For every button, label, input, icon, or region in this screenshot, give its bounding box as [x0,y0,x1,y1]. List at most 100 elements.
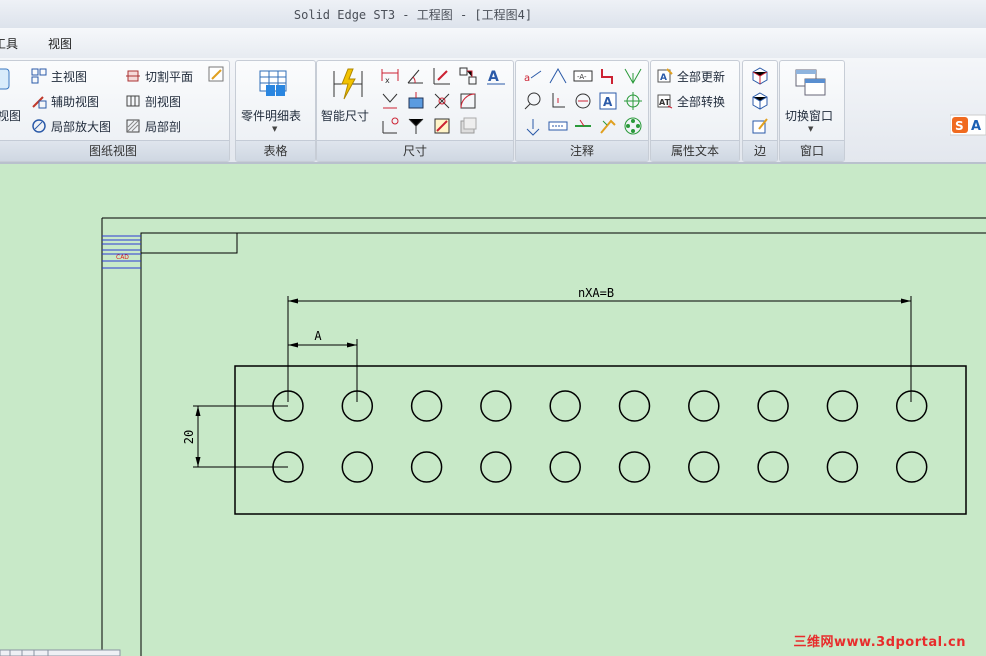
connector-icon[interactable] [597,65,619,87]
view-icon [0,68,10,90]
coordinate-dimension-icon[interactable] [431,65,453,87]
update-all-button[interactable]: A 全部更新 [657,65,725,87]
svg-text:x: x [385,76,390,85]
centerline-icon[interactable] [572,115,594,137]
text-box-icon[interactable]: A [597,90,619,112]
smart-dimension-button[interactable]: 智能尺寸 [321,107,369,124]
hole[interactable] [410,390,443,422]
group-label-drawing-views: 图纸视图 [0,140,229,161]
switch-window-icon [795,69,826,96]
hole[interactable] [410,451,443,483]
ime-sogou-icon[interactable]: S A [950,114,986,136]
hole[interactable] [480,390,512,422]
smart-dimension-icon [333,68,363,100]
title-block: CAD [102,232,238,269]
hide-edges-icon[interactable] [749,90,771,112]
plate-outline[interactable] [234,365,967,515]
dimension-style-icon[interactable]: A [485,65,507,87]
group-tables: 零件明细表 ▼ 表格 [235,60,316,162]
hole[interactable] [341,451,374,483]
callout-icon[interactable]: a [522,65,544,87]
hole[interactable] [757,451,789,483]
sheet-tabs[interactable] [0,649,121,656]
menu-tools[interactable]: 工具 [0,35,18,52]
hole[interactable] [826,390,859,422]
group-label-edges: 边 [743,140,777,161]
attach-dimension-icon[interactable] [405,115,427,137]
auto-dimension-icon[interactable] [379,115,401,137]
svg-text:a: a [524,73,530,84]
weld-symbol-icon[interactable] [572,90,594,112]
datum-frame-icon[interactable] [522,115,544,137]
hole[interactable] [688,390,720,422]
auxiliary-view-button[interactable]: 辅助视图 [31,90,99,112]
principal-view-button[interactable]: 主视图 [31,65,87,87]
edit-view-icon[interactable] [207,65,229,87]
broken-out-section-button[interactable]: 局部剖 [125,115,181,137]
convert-all-label: 全部转换 [677,94,726,109]
principal-view-label: 主视图 [51,69,88,84]
hole[interactable] [826,451,859,483]
detail-view-button[interactable]: 局部放大图 [31,115,111,137]
edge-condition-icon[interactable] [547,115,569,137]
hole[interactable] [618,451,651,483]
hole[interactable] [895,390,928,422]
symmetric-diameter-icon[interactable] [457,65,479,87]
svg-text:AT: AT [659,98,671,107]
view-button-partial[interactable]: 视图 [0,107,21,124]
menu-view[interactable]: 视图 [48,35,72,52]
group-edges: 边 [742,60,778,162]
angle-dimension-icon[interactable] [405,65,427,87]
cutting-plane-button[interactable]: 切割平面 [125,65,193,87]
feature-control-frame-icon[interactable]: -A- [572,65,594,87]
svg-text:S: S [955,119,964,133]
cutting-plane-label: 切割平面 [145,69,194,84]
group-dimensions: 智能尺寸 x A 尺寸 [316,60,514,162]
hole-pattern-icon[interactable] [622,115,644,137]
svg-text:A: A [603,95,613,109]
hole[interactable] [549,451,581,483]
group-label-annotations: 注释 [516,140,648,161]
center-mark-icon[interactable] [622,90,644,112]
switch-window-button[interactable]: 切换窗口 [785,107,833,124]
bolt-hole-circle-icon[interactable] [597,115,619,137]
arc-dimension-icon[interactable] [457,90,479,112]
copy-attributes-icon[interactable] [431,115,453,137]
hole-pattern [272,390,928,483]
switch-window-dropdown-icon[interactable]: ▼ [808,125,813,133]
chamfer-dimension-icon[interactable] [379,90,401,112]
parts-list-button[interactable]: 零件明细表 [241,107,301,124]
svg-text:A: A [971,119,981,134]
hole[interactable] [757,390,789,422]
surface-texture-icon[interactable] [622,65,644,87]
section-view-button[interactable]: 剖视图 [125,90,181,112]
hole[interactable] [895,451,928,483]
show-edges-icon[interactable] [749,65,771,87]
title-bar: Solid Edge ST3 - 工程图 - [工程图4] [0,0,986,29]
parts-list-dropdown-icon[interactable]: ▼ [272,125,277,133]
svg-text:-A-: -A- [577,73,587,81]
distance-dimension-icon[interactable] [405,90,427,112]
angular-coordinate-icon[interactable] [431,90,453,112]
hole[interactable] [688,451,720,483]
edge-painter-icon[interactable] [749,115,771,137]
cutting-plane-icon [126,70,140,82]
between-dimension-icon[interactable]: x [379,65,401,87]
broken-out-section-label: 局部剖 [145,119,182,134]
auxiliary-view-label: 辅助视图 [51,94,100,109]
window-title: Solid Edge ST3 - 工程图 - [工程图4] [293,8,533,22]
group-annotations: a -A- A 注释 [515,60,649,162]
detail-view-icon [32,119,46,133]
balloon-icon[interactable] [522,90,544,112]
overall-dimension[interactable]: nXA=B [287,286,912,402]
drawing-canvas[interactable]: CAD nXA=B A 20 三维网www.3dportal.cn [0,164,986,656]
hole[interactable] [549,390,581,422]
leader-icon[interactable] [547,65,569,87]
hole[interactable] [618,390,651,422]
convert-all-button[interactable]: AT 全部转换 [657,90,725,112]
ribbon: 视图 主视图 辅助视图 局部放大图 切割平面 剖视图 局部剖 图纸视图 零件明细… [0,58,986,164]
retrieve-dimensions-icon[interactable] [457,115,479,137]
datum-target-icon[interactable] [547,90,569,112]
drawing-sheet[interactable]: CAD nXA=B A 20 [0,164,986,656]
hole[interactable] [480,451,512,483]
